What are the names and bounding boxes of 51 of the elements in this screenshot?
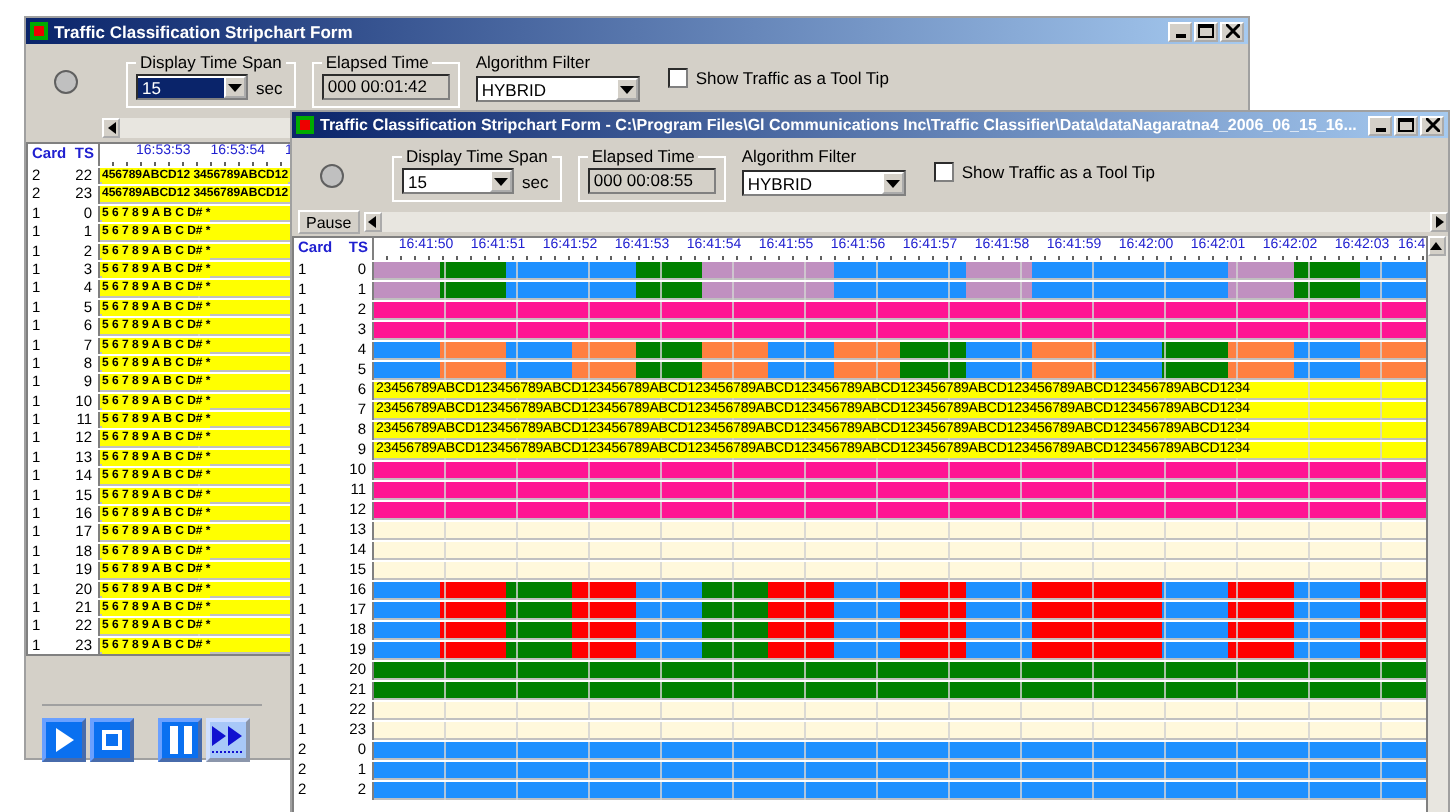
play-button[interactable] <box>42 718 86 763</box>
scroll-left-icon[interactable] <box>102 118 120 138</box>
unit-label: sec <box>522 171 549 191</box>
status-indicator <box>320 164 344 188</box>
checkbox[interactable] <box>667 68 688 88</box>
window-title: Traffic Classification Stripchart Form - C:\Program Files\Gl Communications Inc\Traffic Classifier\Data\dataNagaratna4_2006_06_15_16... <box>320 116 1359 134</box>
close-button[interactable] <box>1220 21 1244 41</box>
maximize-icon <box>1198 24 1214 38</box>
stop-button[interactable] <box>90 718 134 763</box>
dropdown-value: 15 <box>406 171 429 191</box>
minimize-button[interactable] <box>1168 21 1192 41</box>
maximize-button[interactable] <box>1194 21 1218 41</box>
dropdown-value: 15 <box>138 77 224 97</box>
dropdown-value: HYBRID <box>745 173 814 193</box>
algorithm-label: Algorithm Filter <box>741 146 859 166</box>
pause-button[interactable]: Pause <box>298 210 360 234</box>
close-icon <box>1425 118 1439 132</box>
group-label: Elapsed Time <box>589 146 697 166</box>
maximize-icon <box>1398 118 1414 132</box>
algorithm-dropdown[interactable]: HYBRID <box>741 170 906 196</box>
fast-forward-icon <box>212 726 244 755</box>
minimize-button[interactable] <box>1368 115 1392 135</box>
group-label: Elapsed Time <box>323 52 431 72</box>
app-icon <box>296 116 314 134</box>
fast-forward-button[interactable] <box>206 718 250 763</box>
pause-icon <box>169 726 191 755</box>
maximize-button[interactable] <box>1394 115 1418 135</box>
scroll-right-icon[interactable] <box>1430 212 1448 232</box>
vertical-scrollbar[interactable] <box>1427 236 1448 812</box>
dropdown-value: HYBRID <box>479 79 548 99</box>
window-title: Traffic Classification Stripchart Form <box>54 21 355 41</box>
app-icon <box>30 22 48 40</box>
time-span-dropdown[interactable]: 15 <box>136 74 248 100</box>
status-indicator <box>54 70 78 94</box>
unit-label: sec <box>256 77 283 97</box>
scroll-left-icon[interactable] <box>363 212 382 232</box>
algorithm-label: Algorithm Filter <box>475 52 593 72</box>
elapsed-time-field[interactable]: 000 00:08:55 <box>587 168 716 194</box>
group-label: Display Time Span <box>404 146 550 166</box>
group-label: Display Time Span <box>138 52 284 72</box>
algorithm-dropdown[interactable]: HYBRID <box>475 76 640 102</box>
horizontal-scrollbar[interactable] <box>363 212 1448 232</box>
close-button[interactable] <box>1420 115 1444 135</box>
elapsed-time-field[interactable]: 000 00:01:42 <box>321 74 450 100</box>
pause-button[interactable] <box>158 718 202 763</box>
play-icon <box>54 728 74 753</box>
horizontal-scrollbar[interactable] <box>102 118 294 138</box>
stop-icon <box>102 730 122 751</box>
close-icon <box>1225 24 1239 38</box>
time-span-dropdown[interactable]: 15 <box>402 168 514 194</box>
checkbox[interactable] <box>933 162 954 182</box>
